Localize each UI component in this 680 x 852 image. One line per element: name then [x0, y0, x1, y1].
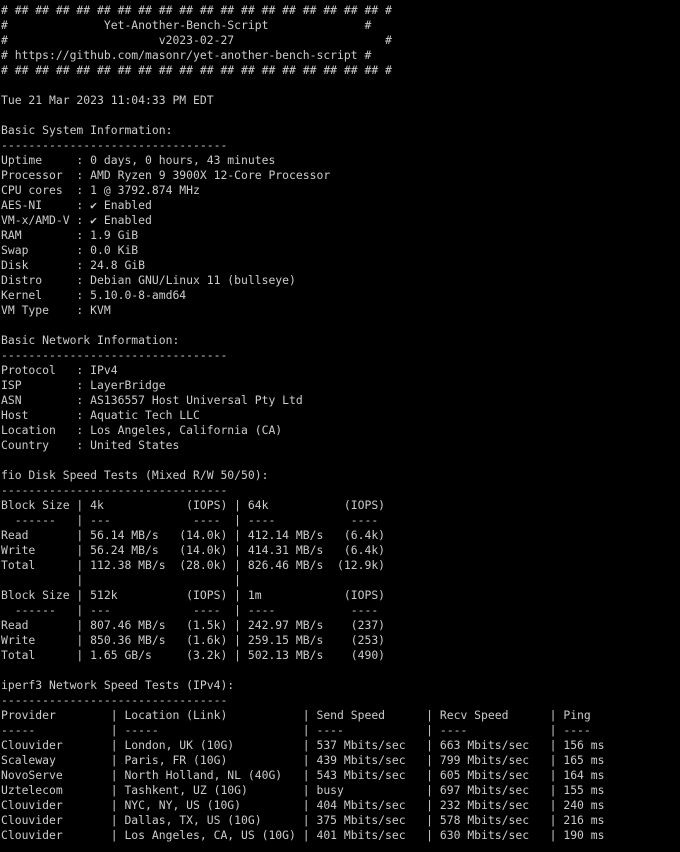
terminal-line: Uptime : 0 days, 0 hours, 43 minutes [1, 153, 276, 167]
terminal-line: Clouvider | NYC, NY, US (10G) | 404 Mbit… [1, 798, 605, 812]
terminal-line: iperf3 Network Speed Tests (IPv4): [1, 678, 235, 692]
terminal-line: Provider | Location (Link) | Send Speed … [1, 708, 591, 722]
terminal-line: Write | 56.24 MB/s (14.0k) | 414.31 MB/s… [1, 543, 386, 557]
terminal-line: NovoServe | North Holland, NL (40G) | 54… [1, 768, 605, 782]
terminal-line: Basic System Information: [1, 123, 173, 137]
terminal-line: CPU cores : 1 @ 3792.874 MHz [1, 183, 200, 197]
terminal-line: Clouvider | Los Angeles, CA, US (10G) | … [1, 828, 605, 842]
terminal-line: Total | 112.38 MB/s (28.0k) | 826.46 MB/… [1, 558, 386, 572]
terminal-line: Disk : 24.8 GiB [1, 258, 146, 272]
terminal-line: # ## ## ## ## ## ## ## ## ## ## ## ## ##… [1, 63, 392, 77]
terminal-line: | | [1, 573, 242, 587]
terminal-line: AES-NI : ✔ Enabled [1, 198, 152, 212]
terminal-line: VM-x/AMD-V : ✔ Enabled [1, 213, 152, 227]
terminal-line: # Yet-Another-Bench-Script # [1, 18, 372, 32]
terminal-line: Total | 1.65 GB/s (3.2k) | 502.13 MB/s (… [1, 648, 386, 662]
terminal-line: Protocol : IPv4 [1, 363, 118, 377]
terminal-line: --------------------------------- [1, 693, 228, 707]
terminal-line: # https://github.com/masonr/yet-another-… [1, 48, 372, 62]
terminal-line: Uztelecom | Tashkent, UZ (10G) | busy | … [1, 783, 605, 797]
terminal-line: --------------------------------- [1, 138, 228, 152]
terminal-line: fio Disk Speed Tests (Mixed R/W 50/50): [1, 468, 269, 482]
terminal-line: ASN : AS136557 Host Universal Pty Ltd [1, 393, 303, 407]
terminal-line: Swap : 0.0 KiB [1, 243, 139, 257]
terminal-line: ----- | ----- | ---- | ---- | ---- [1, 723, 591, 737]
terminal-line: Basic Network Information: [1, 333, 180, 347]
terminal-line: --------------------------------- [1, 483, 228, 497]
terminal-line: Processor : AMD Ryzen 9 3900X 12-Core Pr… [1, 168, 331, 182]
terminal-line: ISP : LayerBridge [1, 378, 166, 392]
terminal-line: Clouvider | Dallas, TX, US (10G) | 375 M… [1, 813, 605, 827]
terminal-line: Block Size | 512k (IOPS) | 1m (IOPS) [1, 588, 386, 602]
terminal-line: Write | 850.36 MB/s (1.6k) | 259.15 MB/s… [1, 633, 386, 647]
terminal-line: Host : Aquatic Tech LLC [1, 408, 200, 422]
terminal-line: --------------------------------- [1, 348, 228, 362]
terminal-output[interactable]: # ## ## ## ## ## ## ## ## ## ## ## ## ##… [0, 0, 680, 852]
terminal-line: RAM : 1.9 GiB [1, 228, 139, 242]
terminal-line: Scaleway | Paris, FR (10G) | 439 Mbits/s… [1, 753, 605, 767]
terminal-line: VM Type : KVM [1, 303, 111, 317]
terminal-line: Block Size | 4k (IOPS) | 64k (IOPS) [1, 498, 386, 512]
terminal-line: Kernel : 5.10.0-8-amd64 [1, 288, 187, 302]
terminal-line: Location : Los Angeles, California (CA) [1, 423, 283, 437]
terminal-line: Country : United States [1, 438, 180, 452]
terminal-line: # v2023-02-27 # [1, 33, 392, 47]
terminal-line: ------ | --- ---- | ---- ---- [1, 513, 379, 527]
terminal-line: Read | 807.46 MB/s (1.5k) | 242.97 MB/s … [1, 618, 386, 632]
terminal-line: Read | 56.14 MB/s (14.0k) | 412.14 MB/s … [1, 528, 386, 542]
terminal-line: Clouvider | London, UK (10G) | 537 Mbits… [1, 738, 605, 752]
terminal-line: # ## ## ## ## ## ## ## ## ## ## ## ## ##… [1, 3, 392, 17]
terminal-line: Distro : Debian GNU/Linux 11 (bullseye) [1, 273, 296, 287]
terminal-line: Tue 21 Mar 2023 11:04:33 PM EDT [1, 93, 214, 107]
terminal-line: ------ | --- ---- | ---- ---- [1, 603, 379, 617]
